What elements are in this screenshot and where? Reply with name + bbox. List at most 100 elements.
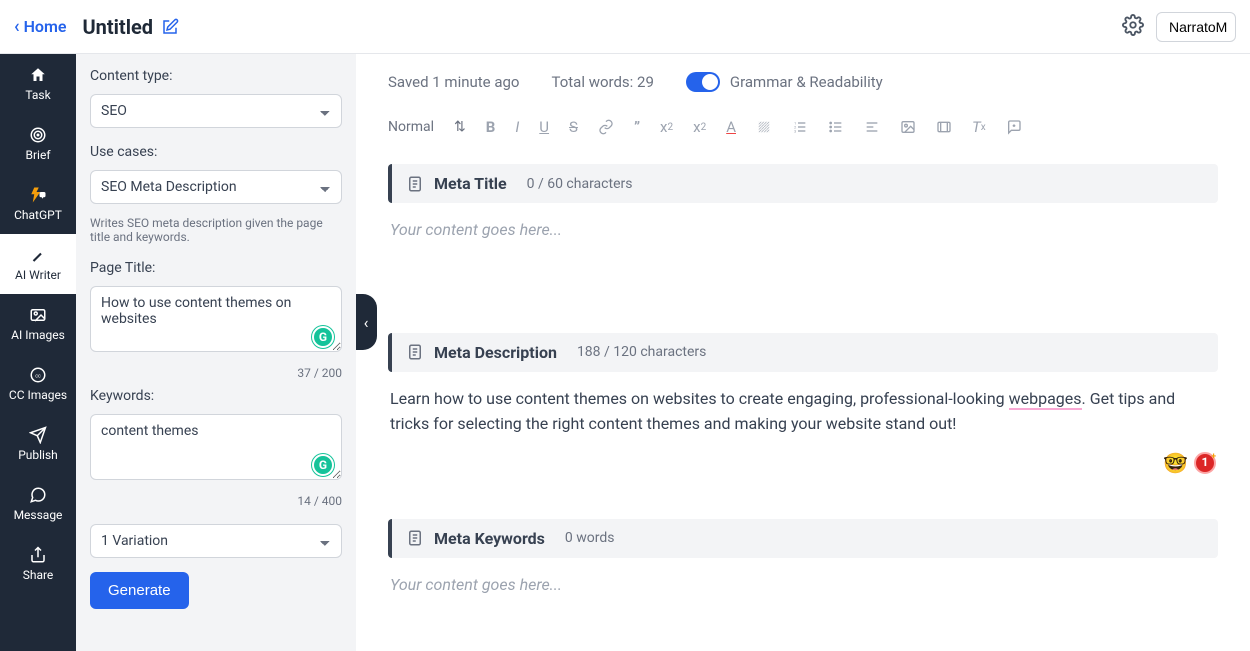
keywords-input[interactable] (90, 414, 342, 480)
target-icon (29, 126, 47, 144)
rail-message[interactable]: Message (0, 474, 76, 534)
nav-rail: Task Brief ChatGPT AI Writer AI Images (0, 54, 76, 651)
rail-label: AI Writer (15, 268, 61, 282)
strike-button[interactable]: S (569, 118, 578, 136)
unordered-list-button[interactable] (828, 119, 844, 135)
keywords-label: Keywords: (90, 388, 342, 404)
meta-title-label: Meta Title (434, 174, 507, 193)
chevron-updown-icon: ⇅ (454, 119, 466, 135)
collapse-panel-button[interactable]: ‹ (356, 294, 377, 350)
keywords-wrap: G (90, 414, 342, 484)
rail-aiimages[interactable]: AI Images (0, 294, 76, 354)
grammar-toggle-group: Grammar & Readability (686, 72, 883, 92)
keywords-counter: 14 / 400 (90, 494, 342, 508)
italic-button[interactable]: I (515, 118, 519, 136)
rail-label: Share (23, 568, 54, 582)
svg-text:3: 3 (794, 128, 796, 133)
align-button[interactable] (864, 119, 880, 135)
underline-button[interactable]: U (539, 118, 549, 136)
home-icon (29, 66, 47, 84)
rail-label: ChatGPT (14, 208, 62, 222)
document-icon (406, 529, 424, 547)
meta-keywords-content[interactable]: Your content goes here... (388, 558, 1218, 628)
page-title-wrap: G (90, 286, 342, 356)
placeholder-text: Your content goes here... (390, 220, 562, 239)
meta-keywords-card: Meta Keywords 0 words (388, 519, 1218, 558)
document-icon (406, 175, 424, 193)
rail-brief[interactable]: Brief (0, 114, 76, 174)
image-button[interactable] (900, 119, 916, 135)
meta-title-count: 0 / 60 characters (527, 176, 633, 192)
desc-text-pre: Learn how to use content themes on websi… (390, 389, 1009, 408)
video-button[interactable] (936, 119, 952, 135)
send-icon (29, 426, 47, 444)
use-cases-select[interactable]: SEO Meta Description (90, 170, 342, 204)
ordered-list-button[interactable]: 123 (792, 119, 808, 135)
cc-icon: cc (29, 366, 47, 384)
gear-icon[interactable] (1122, 14, 1144, 40)
variation-select[interactable]: 1 Variation (90, 524, 342, 558)
meta-title-content[interactable]: Your content goes here... (388, 203, 1218, 273)
editor-toolbar: Normal ⇅ B I U S ” x2 x2 A 123 (388, 110, 1218, 154)
meta-description-count: 188 / 120 characters (577, 344, 706, 360)
superscript-button[interactable]: x2 (693, 118, 706, 136)
heading-select[interactable]: Normal ⇅ (388, 119, 466, 135)
home-label: Home (24, 17, 67, 36)
grammar-label: Grammar & Readability (730, 73, 883, 91)
meta-keywords-label: Meta Keywords (434, 529, 545, 548)
rail-publish[interactable]: Publish (0, 414, 76, 474)
use-cases-label: Use cases: (90, 144, 342, 160)
rail-share[interactable]: Share (0, 534, 76, 594)
status-row: Saved 1 minute ago Total words: 29 Gramm… (388, 72, 1218, 92)
home-link[interactable]: ‹ Home (14, 16, 66, 37)
content-type-select[interactable]: SEO (90, 94, 342, 128)
chevron-left-icon: ‹ (364, 313, 369, 332)
bolt-chat-icon (29, 186, 47, 204)
rail-ccimages[interactable]: cc CC Images (0, 354, 76, 414)
rail-chatgpt[interactable]: ChatGPT (0, 174, 76, 234)
page-title: Untitled (82, 15, 153, 39)
page-title-input[interactable] (90, 286, 342, 352)
use-cases-hint: Writes SEO meta description given the pa… (90, 216, 342, 244)
edit-title-icon[interactable] (161, 18, 179, 36)
workspace-selector[interactable]: NarratoM (1156, 12, 1236, 42)
share-icon (29, 546, 47, 564)
meta-description-label: Meta Description (434, 343, 557, 362)
meta-description-content[interactable]: Learn how to use content themes on websi… (388, 372, 1218, 509)
grammar-toggle[interactable] (686, 72, 720, 92)
placeholder-text: Your content goes here... (390, 575, 562, 594)
link-button[interactable] (598, 119, 614, 135)
wand-icon (29, 246, 47, 264)
meta-keywords-count: 0 words (565, 530, 615, 546)
highlight-button[interactable] (756, 119, 772, 135)
nerd-emoji-icon[interactable]: 🤓 (1163, 447, 1188, 479)
chevron-left-icon: ‹ (14, 16, 20, 37)
grammarly-icon[interactable]: G (312, 454, 334, 476)
rail-label: Message (14, 508, 63, 522)
rail-label: Publish (18, 448, 58, 462)
text-color-button[interactable]: A (726, 118, 736, 136)
grammarly-icon[interactable]: G (312, 326, 334, 348)
rail-label: Brief (26, 148, 51, 162)
reaction-row: 🤓 1 (390, 447, 1216, 479)
rail-aiwriter[interactable]: AI Writer (0, 234, 76, 294)
suggestion-count-badge[interactable]: 1 (1194, 452, 1216, 474)
form-panel: Content type: SEO Use cases: SEO Meta De… (76, 54, 356, 651)
word-count: Total words: 29 (551, 73, 653, 91)
page-title-counter: 37 / 200 (90, 366, 342, 380)
rail-label: AI Images (11, 328, 65, 342)
generate-button[interactable]: Generate (90, 572, 189, 609)
rail-label: Task (25, 88, 50, 102)
subscript-button[interactable]: x2 (660, 118, 673, 136)
page-title-label: Page Title: (90, 260, 342, 276)
topbar-right: NarratoM (1122, 12, 1236, 42)
bold-button[interactable]: B (486, 118, 496, 136)
saved-status: Saved 1 minute ago (388, 73, 519, 91)
desc-underlined-word: webpages (1009, 389, 1082, 410)
comment-button[interactable] (1006, 119, 1022, 135)
editor-area: ‹ Saved 1 minute ago Total words: 29 Gra… (356, 54, 1250, 651)
rail-task[interactable]: Task (0, 54, 76, 114)
image-ai-icon (29, 306, 47, 324)
quote-button[interactable]: ” (634, 118, 640, 136)
clear-format-button[interactable]: Tx (972, 118, 986, 136)
